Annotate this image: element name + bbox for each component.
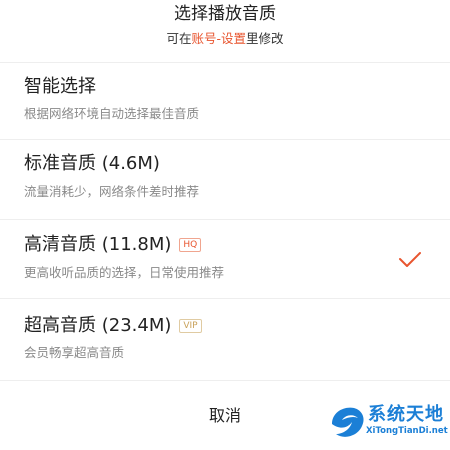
option-description: 会员畅享超高音质	[24, 345, 125, 360]
option-title-row: 标准音质 (4.6M)	[24, 151, 160, 177]
watermark: 系统天地 XiTongTianDi.net	[328, 398, 448, 448]
sheet-title: 选择播放音质	[174, 4, 276, 24]
subtitle-suffix: 里修改	[246, 31, 284, 46]
option-title-row: 智能选择	[24, 74, 96, 100]
option-title: 智能选择	[24, 76, 96, 97]
hq-badge: HQ	[179, 238, 202, 252]
divider	[0, 380, 450, 381]
sheet-header: 选择播放音质 可在账号-设置里修改	[0, 0, 450, 60]
divider	[0, 298, 450, 299]
vip-badge: VIP	[179, 319, 202, 333]
sheet-subtitle: 可在账号-设置里修改	[0, 30, 450, 48]
divider	[0, 62, 450, 63]
option-title: 超高音质 (23.4M)	[24, 315, 172, 336]
subtitle-prefix: 可在	[166, 31, 192, 46]
cancel-button[interactable]: 取消	[175, 402, 275, 430]
watermark-name: 系统天地	[368, 404, 444, 425]
option-description: 更高收听品质的选择，日常使用推荐	[24, 265, 225, 280]
quality-picker-sheet: 选择播放音质 可在账号-设置里修改 智能选择 根据网络环境自动选择最佳音质 标准…	[0, 0, 450, 450]
divider	[0, 219, 450, 220]
option-title-row: 超高音质 (23.4M) VIP	[24, 313, 202, 339]
option-standard[interactable]: 标准音质 (4.6M) 流量消耗少，网络条件差时推荐	[0, 151, 450, 229]
watermark-logo-icon	[332, 407, 364, 437]
watermark-url: XiTongTianDi.net	[366, 426, 448, 436]
divider	[0, 139, 450, 140]
checkmark-icon	[399, 252, 421, 267]
option-title: 高清音质 (11.8M)	[24, 234, 172, 255]
option-title-row: 高清音质 (11.8M) HQ	[24, 232, 202, 258]
option-description: 流量消耗少，网络条件差时推荐	[24, 184, 200, 199]
settings-link[interactable]: 账号-设置	[191, 31, 246, 46]
option-smart[interactable]: 智能选择 根据网络环境自动选择最佳音质	[0, 74, 450, 152]
option-description: 根据网络环境自动选择最佳音质	[24, 106, 200, 121]
option-title: 标准音质 (4.6M)	[24, 153, 160, 174]
